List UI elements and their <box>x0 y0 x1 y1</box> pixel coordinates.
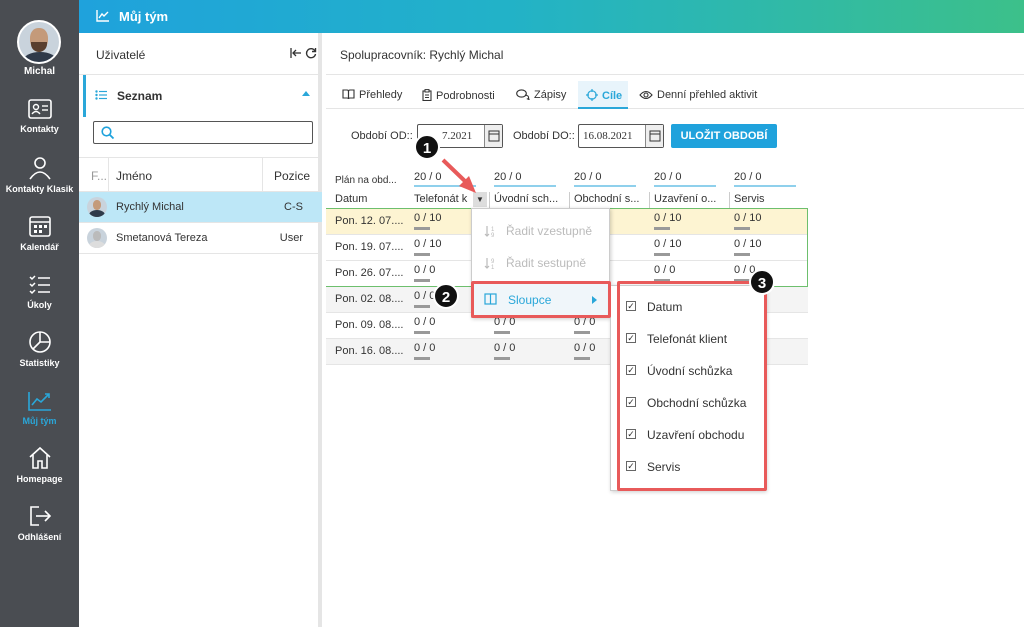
main-tabs: Přehledy Podrobnosti Zápisy Cíle Denní p… <box>326 81 1024 109</box>
crosshair-icon <box>586 89 598 101</box>
save-period-button[interactable]: ULOŽIT OBDOBÍ <box>671 124 777 148</box>
user-avatar <box>17 20 61 64</box>
home-icon <box>28 446 51 469</box>
chat-bubbles-icon <box>516 89 530 100</box>
user-row-name: Rychlý Michal <box>116 201 184 213</box>
users-search-input[interactable] <box>120 124 308 141</box>
calendar-icon <box>28 216 51 237</box>
nav-item-muj-tym[interactable]: Můj tým <box>0 382 79 440</box>
step-badge-2: 2 <box>433 283 459 309</box>
calendar-icon[interactable] <box>645 125 663 147</box>
nav-item-ukoly[interactable]: Úkoly <box>0 266 79 324</box>
svg-text:1: 1 <box>491 265 495 270</box>
svg-text:9: 9 <box>491 233 495 238</box>
plan-progress-bar <box>654 185 716 187</box>
user-row-position: C-S <box>284 201 303 213</box>
users-table-row[interactable]: Smetanová Tereza User <box>79 223 322 254</box>
user-row-name: Smetanová Tereza <box>116 232 208 244</box>
plan-progress-bar <box>414 185 476 187</box>
menu-item-sort-asc[interactable]: 19 Řadit vzestupně <box>472 215 609 247</box>
checklist-icon <box>28 275 50 295</box>
highlight-box <box>617 281 767 491</box>
highlight-box <box>471 281 611 318</box>
users-panel: Uživatelé Seznam F... Jméno Pozice Rychl… <box>79 33 322 627</box>
plan-progress-bar <box>734 185 796 187</box>
tab-podrobnosti[interactable]: Podrobnosti <box>422 81 495 109</box>
nav-item-kontakty[interactable]: Kontakty <box>0 92 79 150</box>
trend-chart-icon <box>27 392 51 411</box>
users-list-tab-label: Seznam <box>117 89 163 103</box>
users-title: Uživatelé <box>96 48 146 62</box>
column-header-uzavreni[interactable]: Uzavření o... <box>654 193 716 205</box>
users-table-header: F... Jméno Pozice <box>79 157 322 193</box>
period-to-label: Období DO:: <box>513 130 575 142</box>
column-header-f[interactable]: F... <box>91 169 107 183</box>
user-row-position: User <box>279 232 303 244</box>
clipboard-icon <box>422 89 432 101</box>
logout-icon <box>29 506 51 526</box>
list-icon <box>95 89 107 103</box>
plan-progress-bar <box>574 185 636 187</box>
users-table-row[interactable]: Rychlý Michal C-S <box>79 192 322 223</box>
pie-chart-icon <box>28 331 51 353</box>
nav-item-kontakty-klasik[interactable]: Kontakty Klasik <box>0 150 79 208</box>
collapse-left-icon[interactable] <box>290 47 302 62</box>
step-badge-1: 1 <box>414 134 440 160</box>
top-bar-title: Můj tým <box>119 9 169 24</box>
plan-value: 20 / 0 <box>414 171 442 183</box>
period-from-label: Období OD:: <box>351 130 413 142</box>
menu-item-sort-desc[interactable]: 91 Řadit sestupně <box>472 247 609 279</box>
avatar <box>87 228 107 248</box>
plan-value: 20 / 0 <box>574 171 602 183</box>
caret-up-icon[interactable] <box>302 91 310 96</box>
sort-descending-icon: 91 <box>484 258 495 270</box>
nav-user[interactable]: Michal <box>0 0 79 85</box>
column-header-name[interactable]: Jméno <box>116 169 152 183</box>
tab-denni-prehled-aktivit[interactable]: Denní přehled aktivit <box>639 81 757 109</box>
person-icon <box>28 157 51 180</box>
refresh-icon[interactable] <box>305 47 317 62</box>
column-menu-arrow-icon[interactable]: ▼ <box>473 192 487 207</box>
main-header: Spolupracovník: Rychlý Michal <box>326 33 1024 75</box>
column-header-obchodni[interactable]: Obchodní s... <box>574 193 639 205</box>
tab-zapisy[interactable]: Zápisy <box>516 81 566 109</box>
column-header-position[interactable]: Pozice <box>274 169 310 183</box>
nav-item-statistiky[interactable]: Statistiky <box>0 324 79 382</box>
column-header-uvodni[interactable]: Úvodní sch... <box>494 193 558 205</box>
users-header: Uživatelé <box>79 33 322 75</box>
plan-value: 20 / 0 <box>734 171 762 183</box>
plan-value: 20 / 0 <box>494 171 522 183</box>
trend-chart-icon <box>96 10 109 22</box>
tab-cile[interactable]: Cíle <box>578 81 628 109</box>
book-icon <box>342 89 355 100</box>
contact-card-icon <box>27 99 52 119</box>
users-search <box>93 121 313 144</box>
search-icon <box>101 126 115 140</box>
plan-value: 20 / 0 <box>654 171 682 183</box>
column-header-telefonat[interactable]: Telefonát k <box>414 193 467 205</box>
column-header-servis[interactable]: Servis <box>734 193 765 205</box>
tab-prehledy[interactable]: Přehledy <box>342 81 402 109</box>
plan-progress-bar <box>494 185 556 187</box>
top-bar: Můj tým <box>79 0 1024 33</box>
page-title: Spolupracovník: Rychlý Michal <box>340 48 504 62</box>
plan-label: Plán na obd... <box>335 175 397 186</box>
eye-icon <box>639 90 653 100</box>
avatar <box>87 197 107 217</box>
users-list-tab[interactable]: Seznam <box>83 75 320 117</box>
nav-item-homepage[interactable]: Homepage <box>0 440 79 498</box>
step-badge-3: 3 <box>749 269 775 295</box>
column-header-datum[interactable]: Datum <box>335 193 367 205</box>
user-name: Michal <box>23 66 56 77</box>
period-to-input[interactable]: 16.08.2021 <box>578 124 664 148</box>
calendar-icon[interactable] <box>484 125 502 147</box>
nav-item-kalendar[interactable]: Kalendář <box>0 208 79 266</box>
left-nav: Michal Kontakty Kontakty Klasik Kalendář… <box>0 0 79 627</box>
nav-item-odhlaseni[interactable]: Odhlášení <box>0 498 79 556</box>
sort-ascending-icon: 19 <box>484 226 495 238</box>
